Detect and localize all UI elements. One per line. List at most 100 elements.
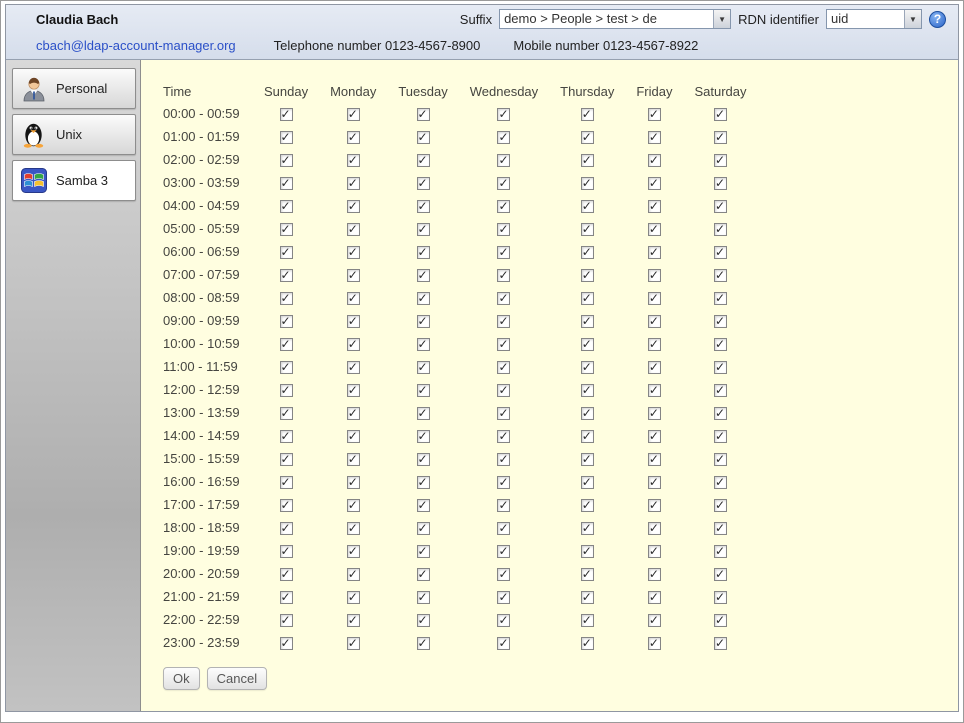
checkbox-wednesday-08:00[interactable] xyxy=(497,292,510,305)
checkbox-friday-01:00[interactable] xyxy=(648,131,661,144)
checkbox-sunday-20:00[interactable] xyxy=(280,568,293,581)
checkbox-thursday-07:00[interactable] xyxy=(581,269,594,282)
checkbox-sunday-17:00[interactable] xyxy=(280,499,293,512)
checkbox-wednesday-10:00[interactable] xyxy=(497,338,510,351)
checkbox-sunday-09:00[interactable] xyxy=(280,315,293,328)
sidebar-item-samba3[interactable]: Samba 3 xyxy=(12,160,136,201)
help-icon[interactable]: ? xyxy=(929,11,946,28)
checkbox-sunday-03:00[interactable] xyxy=(280,177,293,190)
checkbox-monday-12:00[interactable] xyxy=(347,384,360,397)
checkbox-wednesday-17:00[interactable] xyxy=(497,499,510,512)
checkbox-friday-00:00[interactable] xyxy=(648,108,661,121)
checkbox-sunday-18:00[interactable] xyxy=(280,522,293,535)
checkbox-wednesday-23:00[interactable] xyxy=(497,637,510,650)
checkbox-friday-13:00[interactable] xyxy=(648,407,661,420)
checkbox-tuesday-13:00[interactable] xyxy=(417,407,430,420)
checkbox-monday-06:00[interactable] xyxy=(347,246,360,259)
checkbox-saturday-01:00[interactable] xyxy=(714,131,727,144)
checkbox-saturday-17:00[interactable] xyxy=(714,499,727,512)
checkbox-sunday-07:00[interactable] xyxy=(280,269,293,282)
checkbox-sunday-21:00[interactable] xyxy=(280,591,293,604)
checkbox-tuesday-09:00[interactable] xyxy=(417,315,430,328)
checkbox-sunday-02:00[interactable] xyxy=(280,154,293,167)
checkbox-friday-15:00[interactable] xyxy=(648,453,661,466)
checkbox-sunday-11:00[interactable] xyxy=(280,361,293,374)
checkbox-sunday-00:00[interactable] xyxy=(280,108,293,121)
checkbox-saturday-09:00[interactable] xyxy=(714,315,727,328)
checkbox-monday-03:00[interactable] xyxy=(347,177,360,190)
checkbox-sunday-14:00[interactable] xyxy=(280,430,293,443)
checkbox-wednesday-21:00[interactable] xyxy=(497,591,510,604)
checkbox-monday-05:00[interactable] xyxy=(347,223,360,236)
checkbox-thursday-22:00[interactable] xyxy=(581,614,594,627)
checkbox-sunday-01:00[interactable] xyxy=(280,131,293,144)
checkbox-thursday-02:00[interactable] xyxy=(581,154,594,167)
checkbox-friday-20:00[interactable] xyxy=(648,568,661,581)
checkbox-tuesday-05:00[interactable] xyxy=(417,223,430,236)
checkbox-saturday-06:00[interactable] xyxy=(714,246,727,259)
checkbox-thursday-13:00[interactable] xyxy=(581,407,594,420)
checkbox-thursday-23:00[interactable] xyxy=(581,637,594,650)
checkbox-monday-21:00[interactable] xyxy=(347,591,360,604)
checkbox-wednesday-04:00[interactable] xyxy=(497,200,510,213)
checkbox-wednesday-13:00[interactable] xyxy=(497,407,510,420)
checkbox-friday-18:00[interactable] xyxy=(648,522,661,535)
checkbox-tuesday-20:00[interactable] xyxy=(417,568,430,581)
checkbox-wednesday-11:00[interactable] xyxy=(497,361,510,374)
checkbox-monday-02:00[interactable] xyxy=(347,154,360,167)
checkbox-friday-22:00[interactable] xyxy=(648,614,661,627)
checkbox-tuesday-14:00[interactable] xyxy=(417,430,430,443)
checkbox-sunday-15:00[interactable] xyxy=(280,453,293,466)
checkbox-tuesday-10:00[interactable] xyxy=(417,338,430,351)
checkbox-wednesday-06:00[interactable] xyxy=(497,246,510,259)
checkbox-monday-10:00[interactable] xyxy=(347,338,360,351)
checkbox-monday-22:00[interactable] xyxy=(347,614,360,627)
checkbox-wednesday-03:00[interactable] xyxy=(497,177,510,190)
checkbox-saturday-23:00[interactable] xyxy=(714,637,727,650)
checkbox-sunday-05:00[interactable] xyxy=(280,223,293,236)
checkbox-tuesday-07:00[interactable] xyxy=(417,269,430,282)
checkbox-saturday-19:00[interactable] xyxy=(714,545,727,558)
checkbox-tuesday-18:00[interactable] xyxy=(417,522,430,535)
checkbox-monday-13:00[interactable] xyxy=(347,407,360,420)
checkbox-saturday-04:00[interactable] xyxy=(714,200,727,213)
sidebar-item-unix[interactable]: Unix xyxy=(12,114,136,155)
checkbox-monday-08:00[interactable] xyxy=(347,292,360,305)
checkbox-monday-15:00[interactable] xyxy=(347,453,360,466)
checkbox-tuesday-00:00[interactable] xyxy=(417,108,430,121)
checkbox-tuesday-03:00[interactable] xyxy=(417,177,430,190)
checkbox-monday-01:00[interactable] xyxy=(347,131,360,144)
checkbox-sunday-22:00[interactable] xyxy=(280,614,293,627)
checkbox-saturday-13:00[interactable] xyxy=(714,407,727,420)
checkbox-friday-03:00[interactable] xyxy=(648,177,661,190)
checkbox-sunday-12:00[interactable] xyxy=(280,384,293,397)
checkbox-thursday-16:00[interactable] xyxy=(581,476,594,489)
checkbox-tuesday-15:00[interactable] xyxy=(417,453,430,466)
checkbox-monday-04:00[interactable] xyxy=(347,200,360,213)
checkbox-thursday-05:00[interactable] xyxy=(581,223,594,236)
checkbox-thursday-10:00[interactable] xyxy=(581,338,594,351)
checkbox-wednesday-19:00[interactable] xyxy=(497,545,510,558)
checkbox-thursday-06:00[interactable] xyxy=(581,246,594,259)
ok-button[interactable]: Ok xyxy=(163,667,200,690)
checkbox-thursday-03:00[interactable] xyxy=(581,177,594,190)
checkbox-saturday-07:00[interactable] xyxy=(714,269,727,282)
checkbox-friday-21:00[interactable] xyxy=(648,591,661,604)
checkbox-monday-00:00[interactable] xyxy=(347,108,360,121)
checkbox-tuesday-17:00[interactable] xyxy=(417,499,430,512)
checkbox-saturday-21:00[interactable] xyxy=(714,591,727,604)
checkbox-sunday-13:00[interactable] xyxy=(280,407,293,420)
checkbox-sunday-10:00[interactable] xyxy=(280,338,293,351)
checkbox-friday-12:00[interactable] xyxy=(648,384,661,397)
checkbox-monday-20:00[interactable] xyxy=(347,568,360,581)
checkbox-tuesday-12:00[interactable] xyxy=(417,384,430,397)
checkbox-monday-19:00[interactable] xyxy=(347,545,360,558)
checkbox-friday-02:00[interactable] xyxy=(648,154,661,167)
checkbox-friday-09:00[interactable] xyxy=(648,315,661,328)
checkbox-thursday-09:00[interactable] xyxy=(581,315,594,328)
checkbox-monday-09:00[interactable] xyxy=(347,315,360,328)
checkbox-wednesday-18:00[interactable] xyxy=(497,522,510,535)
checkbox-thursday-08:00[interactable] xyxy=(581,292,594,305)
checkbox-friday-04:00[interactable] xyxy=(648,200,661,213)
checkbox-thursday-17:00[interactable] xyxy=(581,499,594,512)
